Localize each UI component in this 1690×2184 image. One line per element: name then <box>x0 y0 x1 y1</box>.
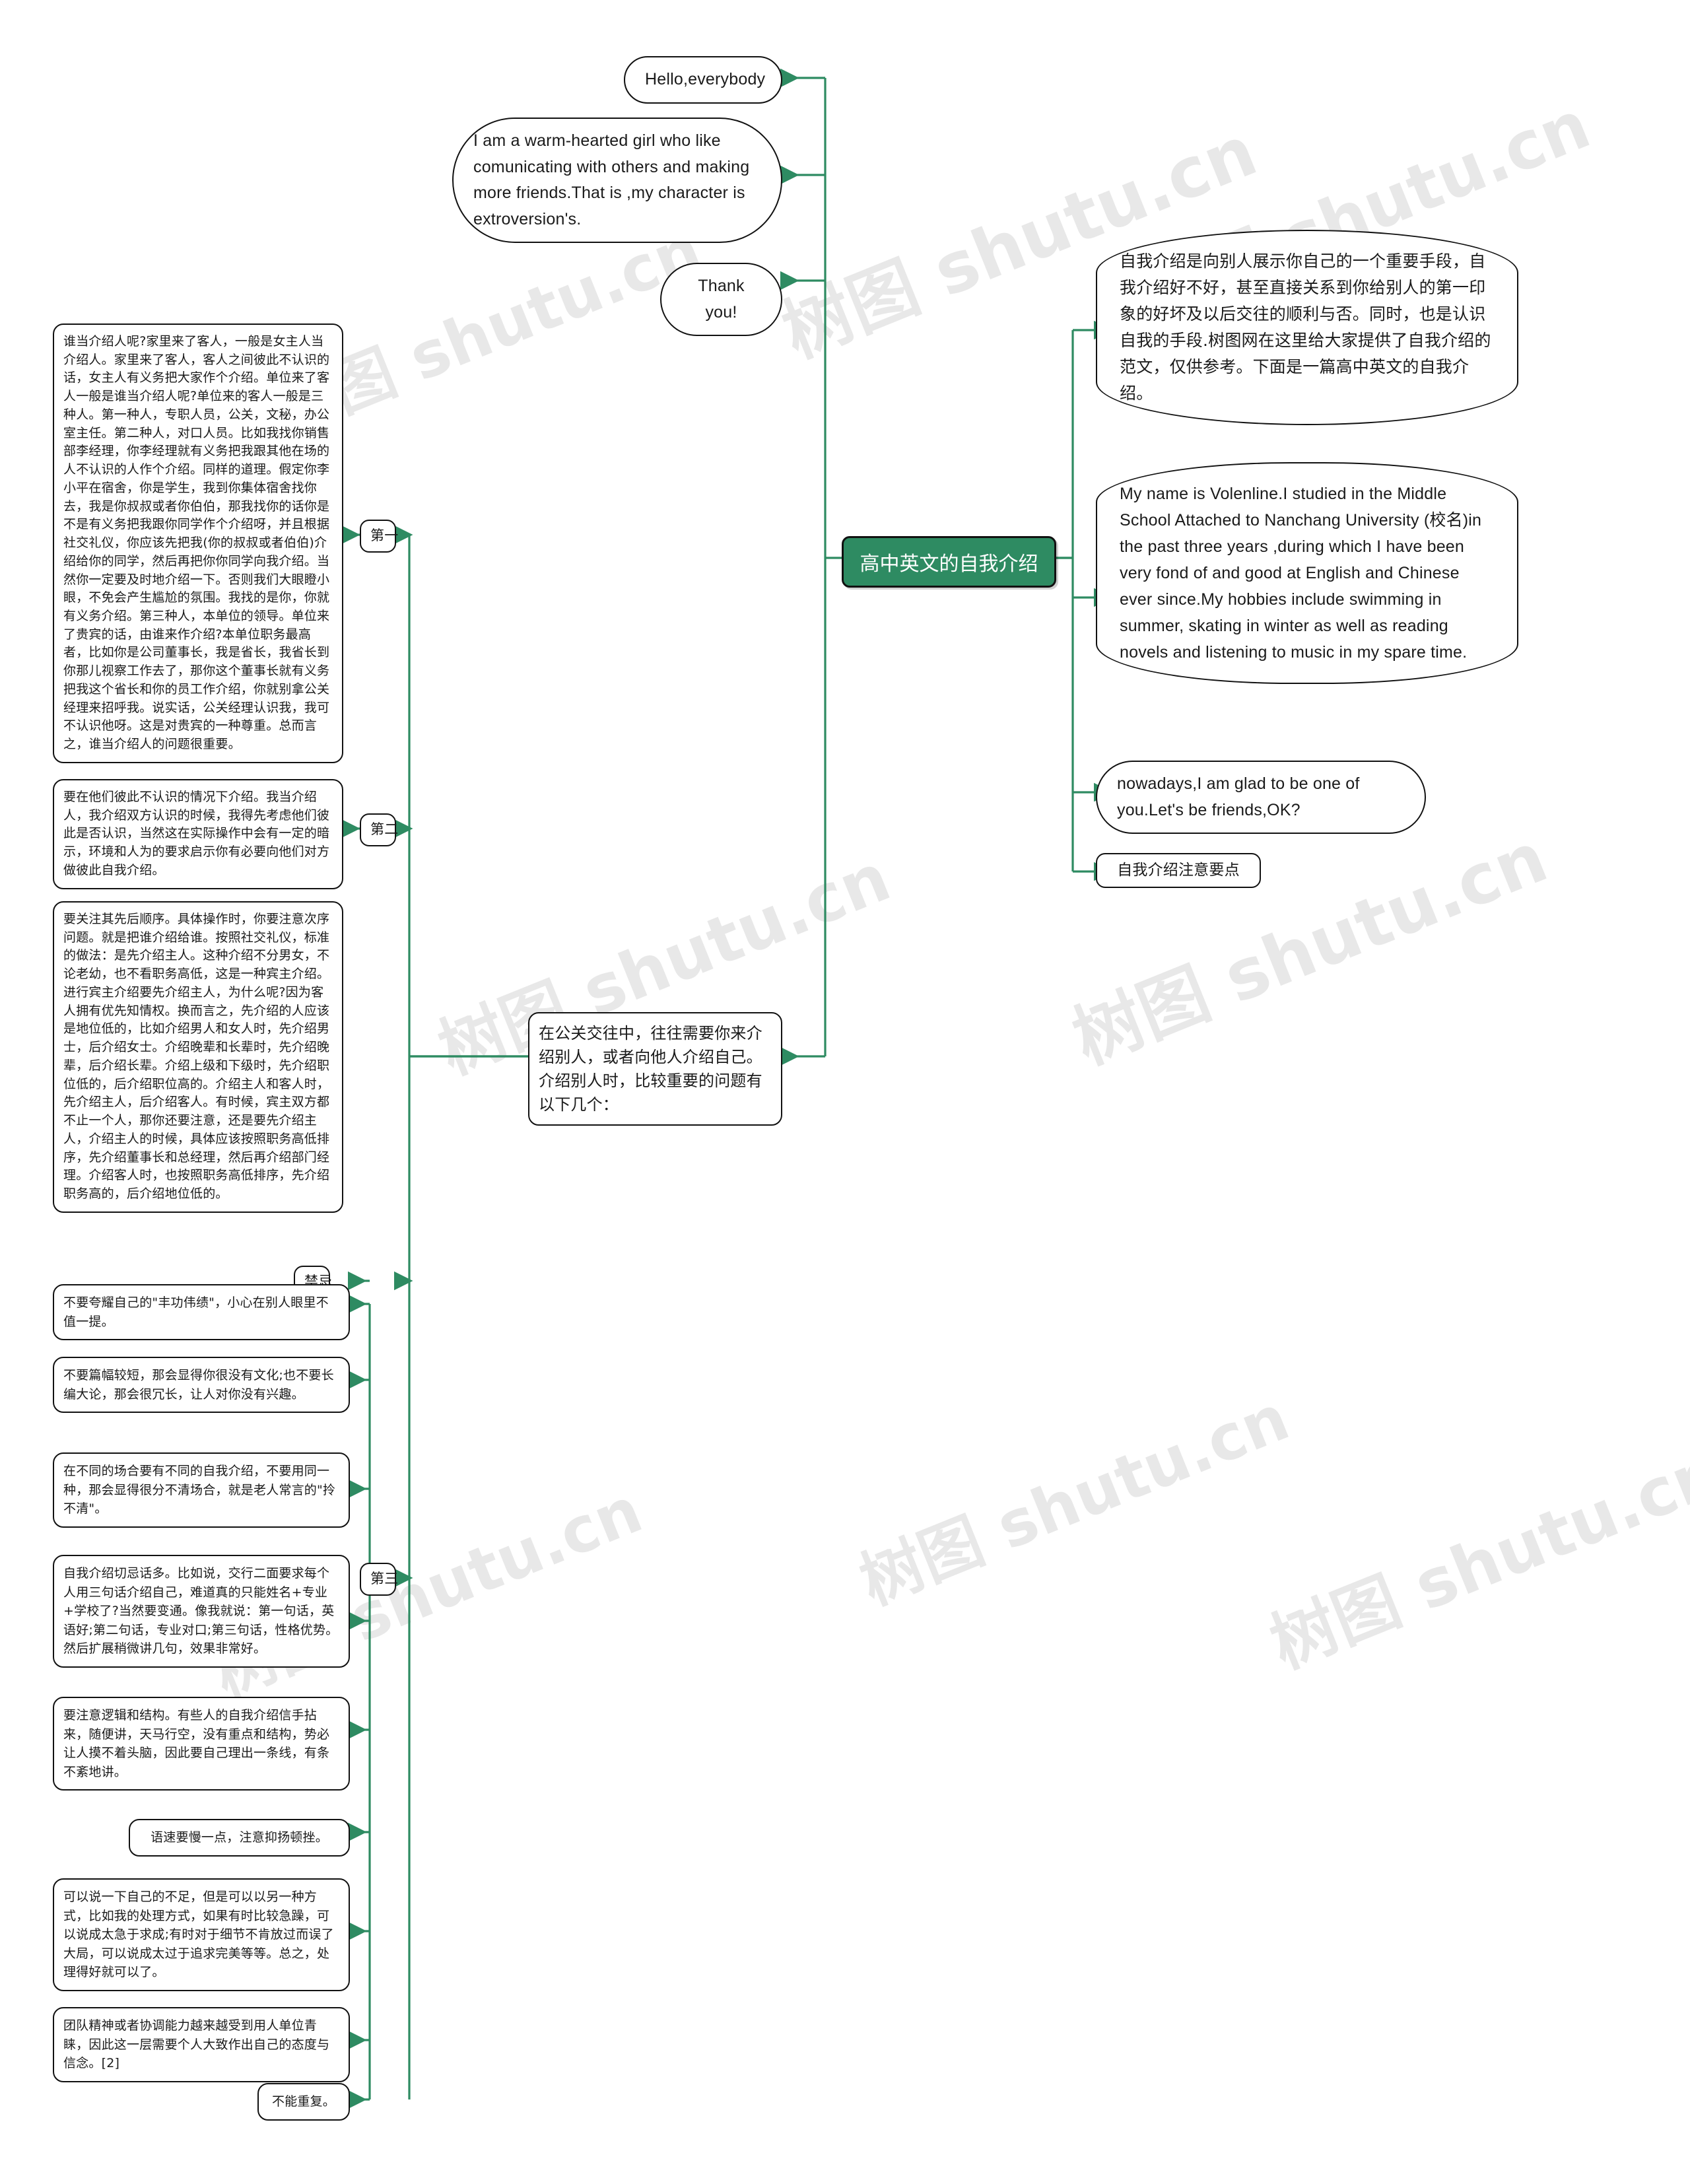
chip-second[interactable]: 第二 <box>360 813 398 846</box>
node-taboo-9[interactable]: 不能重复。 <box>257 2083 350 2121</box>
chip-first[interactable]: 第一 <box>360 520 398 553</box>
node-nowadays[interactable]: nowadays,I am glad to be one of you.Let'… <box>1096 761 1426 834</box>
watermark: 树图 shutu.cn <box>1260 1433 1690 1684</box>
node-taboo-1[interactable]: 不要夸耀自己的"丰功伟绩"，小心在别人眼里不值一提。 <box>53 1284 350 1340</box>
node-taboo-7[interactable]: 可以说一下自己的不足，但是可以以另一种方式，比如我的处理方式，如果有时比较急躁，… <box>53 1878 350 1991</box>
chip-third[interactable]: 第三 <box>360 1563 398 1596</box>
node-key-points[interactable]: 自我介绍注意要点 <box>1096 853 1261 888</box>
node-second-body[interactable]: 要在他们彼此不认识的情况下介绍。我当介绍人，我介绍双方认识的时候，我得先考虑他们… <box>53 779 343 889</box>
node-social-intro[interactable]: 在公关交往中，往往需要你来介绍别人，或者向他人介绍自己。介绍别人时，比较重要的问… <box>528 1012 782 1126</box>
watermark: 树图 shutu.cn <box>1062 817 1558 1080</box>
watermark: 树图 shutu.cn <box>850 1381 1299 1620</box>
root-node[interactable]: 高中英文的自我介绍 <box>842 536 1056 588</box>
node-order-body[interactable]: 要关注其先后顺序。具体操作时，你要注意次序问题。就是把谁介绍给谁。按照社交礼仪，… <box>53 901 343 1213</box>
node-taboo-3[interactable]: 在不同的场合要有不同的自我介绍，不要用同一种，那会显得很分不清场合，就是老人常言… <box>53 1452 350 1528</box>
node-warm-hearted[interactable]: I am a warm-hearted girl who like comuni… <box>452 118 782 243</box>
node-intro-chinese[interactable]: 自我介绍是向别人展示你自己的一个重要手段，自我介绍好不好，甚至直接关系到你给别人… <box>1096 230 1518 425</box>
node-hello[interactable]: Hello,everybody <box>624 56 782 104</box>
node-taboo-5[interactable]: 要注意逻辑和结构。有些人的自我介绍信手拈来，随便讲，天马行空，没有重点和结构，势… <box>53 1697 350 1791</box>
node-taboo-6[interactable]: 语速要慢一点，注意抑扬顿挫。 <box>129 1819 350 1857</box>
node-taboo-4[interactable]: 自我介绍切忌话多。比如说，交行二面要求每个人用三句话介绍自己，难道真的只能姓名+… <box>53 1555 350 1668</box>
node-first-body[interactable]: 谁当介绍人呢?家里来了客人，一般是女主人当介绍人。家里来了客人，客人之间彼此不认… <box>53 324 343 763</box>
node-sample-english[interactable]: My name is Volenline.I studied in the Mi… <box>1096 462 1518 684</box>
node-taboo-8[interactable]: 团队精神或者协调能力越来越受到用人单位青睐，因此这一层需要个人大致作出自己的态度… <box>53 2007 350 2082</box>
node-thank-you[interactable]: Thank you! <box>660 263 782 336</box>
node-taboo-2[interactable]: 不要篇幅较短，那会显得你很没有文化;也不要长编大论，那会很冗长，让人对你没有兴趣… <box>53 1357 350 1413</box>
